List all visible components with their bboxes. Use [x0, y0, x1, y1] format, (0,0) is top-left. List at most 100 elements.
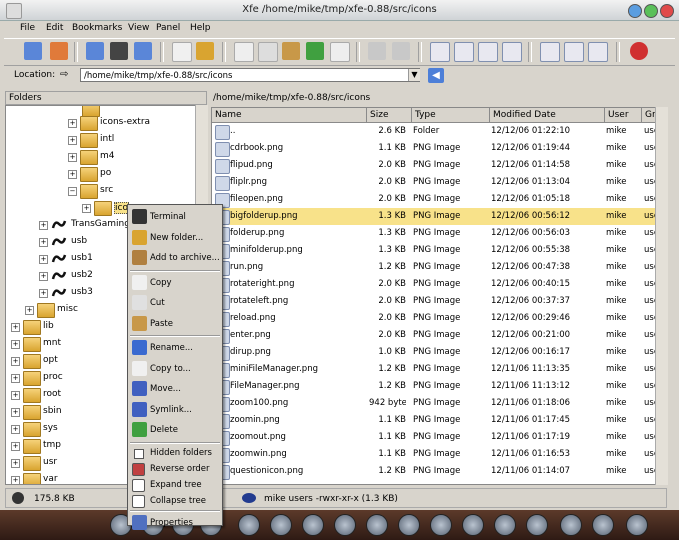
file-list[interactable]: Name Size Type Modified Date User Grou .…: [211, 107, 661, 485]
taskbar-app-icon[interactable]: [430, 514, 452, 536]
collapse-icon[interactable]: −: [68, 187, 77, 196]
column-name[interactable]: Name: [212, 108, 367, 123]
menu-help[interactable]: Help: [190, 23, 211, 33]
copy-icon[interactable]: [234, 42, 254, 62]
maximize-button[interactable]: [644, 4, 658, 18]
small-icons-icon[interactable]: [564, 42, 584, 62]
menu-item-new-folder[interactable]: New folder...: [128, 228, 222, 249]
cut-icon[interactable]: [258, 42, 278, 62]
menu-panel[interactable]: Panel: [156, 23, 180, 33]
taskbar-app-icon[interactable]: [526, 514, 548, 536]
column-modified[interactable]: Modified Date: [490, 108, 605, 123]
taskbar-app-icon[interactable]: [560, 514, 582, 536]
menu-item-delete[interactable]: Delete: [128, 420, 222, 441]
checkbox[interactable]: [134, 448, 144, 459]
menu-file[interactable]: File: [20, 23, 35, 33]
quit-icon[interactable]: [630, 42, 648, 60]
file-row[interactable]: zoomin.png 1.1 KB PNG Image 12/11/06 01:17:…: [212, 412, 660, 429]
taskbar-app-icon[interactable]: [626, 514, 648, 536]
refresh-icon[interactable]: [86, 42, 104, 60]
menu-edit[interactable]: Edit: [46, 23, 63, 33]
minimize-button[interactable]: [628, 4, 642, 18]
menu-bookmarks[interactable]: Bookmarks: [72, 23, 122, 33]
file-row[interactable]: fileopen.png 2.0 KB PNG Image 12/12/06 01:0…: [212, 191, 660, 208]
file-row[interactable]: zoomwin.png 1.1 KB PNG Image 12/11/06 01:16…: [212, 446, 660, 463]
column-size[interactable]: Size: [367, 108, 412, 123]
menu-view[interactable]: View: [128, 23, 149, 33]
menu-item-copy[interactable]: Copy: [128, 273, 222, 294]
expand-icon[interactable]: +: [39, 272, 48, 281]
delete-icon[interactable]: [306, 42, 324, 60]
file-row[interactable]: zoom100.png 942 bytes PNG Image 12/11/06 01…: [212, 395, 660, 412]
expand-icon[interactable]: +: [11, 340, 20, 349]
file-row[interactable]: minifolderup.png 1.3 KB PNG Image 12/12/06 …: [212, 242, 660, 259]
sync-icon[interactable]: [134, 42, 152, 60]
expand-icon[interactable]: +: [11, 408, 20, 417]
close-button[interactable]: [660, 4, 674, 18]
go-up-icon[interactable]: [24, 42, 42, 60]
paste-icon[interactable]: [282, 42, 300, 60]
expand-icon[interactable]: +: [25, 306, 34, 315]
expand-icon[interactable]: +: [11, 476, 20, 484]
taskbar-app-icon[interactable]: [462, 514, 484, 536]
file-row[interactable]: zoomout.png 1.1 KB PNG Image 12/11/06 01:17…: [212, 429, 660, 446]
go-button[interactable]: ◀: [428, 68, 444, 83]
taskbar-app-icon[interactable]: [366, 514, 388, 536]
expand-icon[interactable]: +: [39, 289, 48, 298]
expand-icon[interactable]: +: [39, 221, 48, 230]
expand-icon[interactable]: +: [11, 391, 20, 400]
file-row[interactable]: fliplr.png 2.0 KB PNG Image 12/12/06 01:13:…: [212, 174, 660, 191]
expand-icon[interactable]: +: [11, 425, 20, 434]
file-row[interactable]: enter.png 2.0 KB PNG Image 12/12/06 00:21:0…: [212, 327, 660, 344]
menu-item-copy-to[interactable]: Copy to...: [128, 359, 222, 380]
column-user[interactable]: User: [605, 108, 642, 123]
taskbar-app-icon[interactable]: [270, 514, 292, 536]
expand-icon[interactable]: +: [11, 323, 20, 332]
taskbar-app-icon[interactable]: [592, 514, 614, 536]
expand-icon[interactable]: +: [11, 374, 20, 383]
file-row[interactable]: ..2.6 KBFolder12/12/06 01:22:10mikeusers: [212, 123, 660, 140]
menu-item-expand-tree[interactable]: Expand tree: [128, 477, 222, 493]
file-row[interactable]: folderup.png 1.3 KB PNG Image 12/12/06 00:5…: [212, 225, 660, 242]
file-row[interactable]: reload.png 2.0 KB PNG Image 12/12/06 00:29:…: [212, 310, 660, 327]
expand-icon[interactable]: +: [11, 357, 20, 366]
file-row[interactable]: cdrbook.png 1.1 KB PNG Image 12/12/06 01:19…: [212, 140, 660, 157]
expand-icon[interactable]: +: [39, 255, 48, 264]
menu-item-move[interactable]: Move...: [128, 379, 222, 400]
terminal-icon[interactable]: [110, 42, 128, 60]
menu-item-reverse-order[interactable]: Reverse order: [128, 461, 222, 477]
expand-icon[interactable]: +: [68, 119, 77, 128]
expand-icon[interactable]: +: [68, 153, 77, 162]
taskbar-app-icon[interactable]: [238, 514, 260, 536]
detailed-list-icon[interactable]: [588, 42, 608, 62]
back-icon[interactable]: [368, 42, 386, 60]
menu-item-rename[interactable]: Rename...: [128, 338, 222, 359]
taskbar-app-icon[interactable]: [398, 514, 420, 536]
new-file-icon[interactable]: [172, 42, 192, 62]
file-row[interactable]: bigfolderup.png 1.3 KB PNG Image 12/12/06 0…: [212, 208, 660, 225]
folders-header[interactable]: Folders: [5, 91, 207, 105]
file-row[interactable]: miniFileManager.png 1.2 KB PNG Image 12/11/…: [212, 361, 660, 378]
file-row[interactable]: FileManager.png 1.2 KB PNG Image 12/11/06 1…: [212, 378, 660, 395]
expand-icon[interactable]: +: [39, 238, 48, 247]
list-scrollbar[interactable]: [655, 107, 668, 485]
properties-icon[interactable]: [330, 42, 350, 62]
menu-item-add-to-archive[interactable]: Add to archive...: [128, 248, 222, 269]
file-row[interactable]: dirup.png 1.0 KB PNG Image 12/12/06 00:16:1…: [212, 344, 660, 361]
title-bar[interactable]: Xfe /home/mike/tmp/xfe-0.88/src/icons: [0, 0, 679, 21]
tree-two-panels-icon[interactable]: [502, 42, 522, 62]
taskbar-app-icon[interactable]: [334, 514, 356, 536]
chevron-down-icon[interactable]: ▼: [408, 69, 420, 81]
home-icon[interactable]: [50, 42, 68, 60]
expand-icon[interactable]: +: [11, 442, 20, 451]
menu-item-hidden-folders[interactable]: Hidden folders: [128, 445, 222, 461]
menu-item-terminal[interactable]: Terminal: [128, 207, 222, 228]
file-row[interactable]: questionicon.png 1.2 KB PNG Image 12/11/06 …: [212, 463, 660, 480]
column-type[interactable]: Type: [412, 108, 490, 123]
file-row[interactable]: flipud.png 2.0 KB PNG Image 12/12/06 01:14:…: [212, 157, 660, 174]
expand-icon[interactable]: +: [82, 204, 91, 213]
taskbar-app-icon[interactable]: [494, 514, 516, 536]
expand-icon[interactable]: +: [11, 459, 20, 468]
file-row[interactable]: rotateleft.png 2.0 KB PNG Image 12/12/06 00…: [212, 293, 660, 310]
menu-item-paste[interactable]: Paste: [128, 314, 222, 335]
